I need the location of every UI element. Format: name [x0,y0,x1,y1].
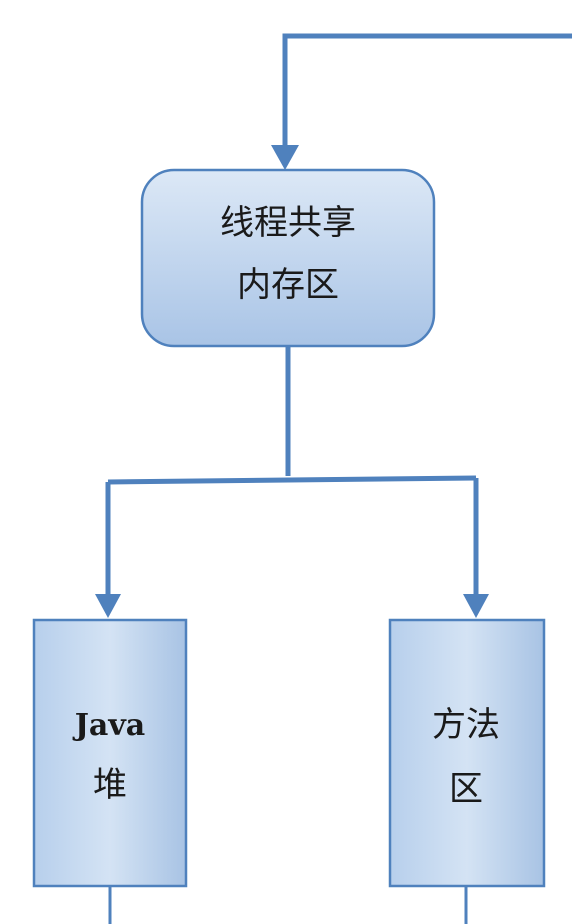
arrowhead-icon [271,145,299,170]
shared-memory-label-line2: 内存区 [237,265,339,305]
branch-connector [95,346,489,618]
java-heap-label-line2: 堆 [93,765,127,805]
java-heap-label-line1: Java [72,708,146,743]
shared-memory-label-line1: 线程共享 [220,203,356,243]
incoming-connector [271,33,572,170]
method-area-label-line1: 方法 [432,705,500,745]
memory-area-diagram: 线程共享 内存区 Java 堆 方法 区 [32,33,572,924]
node-method-area: 方法 区 [388,618,546,924]
method-area-label-line2: 区 [449,769,483,809]
node-shared-memory: 线程共享 内存区 [140,168,436,348]
arrowhead-icon [463,594,489,618]
node-java-heap: Java 堆 [32,618,188,924]
arrowhead-icon [95,594,121,618]
